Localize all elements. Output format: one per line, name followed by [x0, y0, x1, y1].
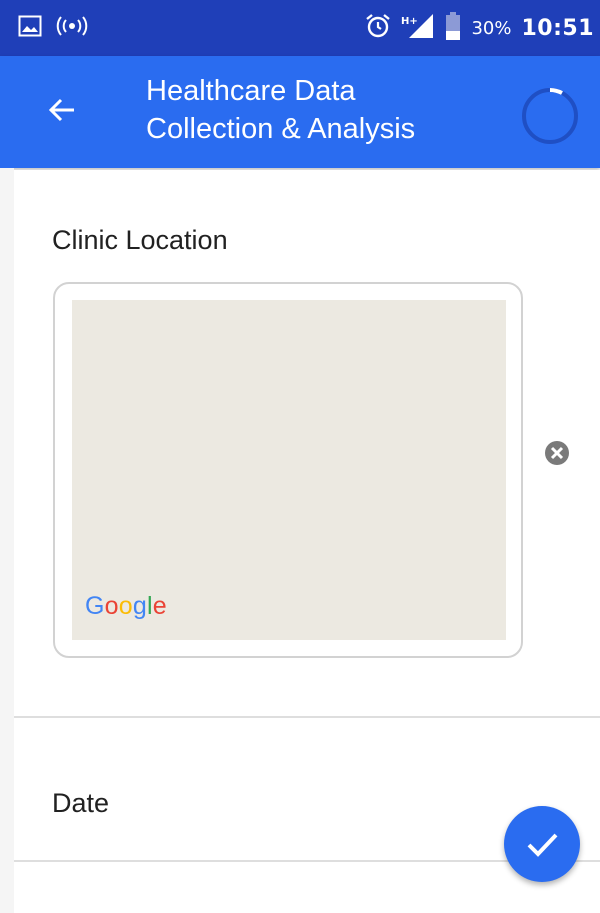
status-bar-left	[18, 0, 88, 56]
status-bar-right: H+ 30% 10:51	[365, 0, 594, 56]
submit-fab-button[interactable]	[504, 806, 580, 882]
clear-circle-icon	[545, 441, 569, 465]
form-content: Clinic Location Google Date	[14, 170, 600, 913]
arrow-left-icon	[48, 98, 74, 122]
map-frame: Google	[53, 282, 523, 658]
status-bar: H+ 30% 10:51	[0, 0, 600, 56]
divider	[14, 716, 600, 718]
image-notification-icon	[18, 15, 42, 42]
page-title-line-1: Healthcare Data	[146, 75, 356, 107]
page-title: Healthcare Data Collection & Analysis	[146, 72, 486, 148]
app-bar: Healthcare Data Collection & Analysis	[0, 56, 600, 168]
signal-icon: H+	[401, 13, 435, 44]
date-label: Date	[52, 788, 110, 818]
map-view[interactable]: Google	[72, 300, 506, 640]
clear-location-button[interactable]	[542, 438, 572, 468]
clinic-location-label: Clinic Location	[52, 225, 228, 255]
left-edge-strip	[0, 168, 14, 913]
svg-text:H+: H+	[401, 16, 418, 27]
check-icon	[527, 833, 558, 857]
battery-icon	[445, 11, 461, 45]
google-logo: Google	[85, 592, 167, 620]
spinner-icon	[522, 88, 578, 144]
battery-percent: 30%	[471, 17, 512, 39]
clock-time: 10:51	[521, 15, 594, 41]
hotspot-icon	[56, 15, 88, 42]
page-title-line-2: Collection & Analysis	[146, 113, 416, 145]
back-button[interactable]	[40, 88, 84, 132]
alarm-icon	[365, 13, 391, 44]
